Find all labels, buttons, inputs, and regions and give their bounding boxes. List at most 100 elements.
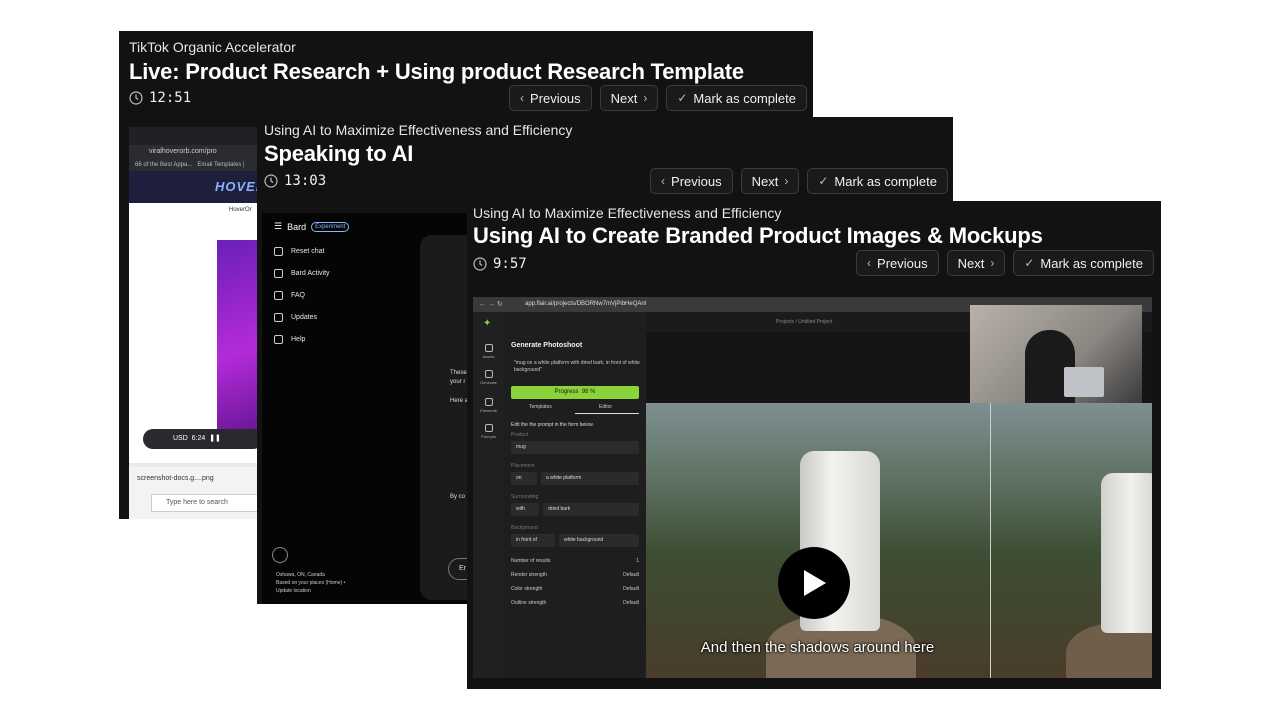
placement-prep: on (511, 472, 537, 485)
pause-icon: ❚❚ (209, 435, 221, 442)
bookmark-item: 66 of the Best Appa... (135, 162, 193, 168)
app-rail: ✦ Assets Generate Elements Prompts (473, 312, 504, 678)
check-icon: ✓ (818, 174, 829, 188)
check-icon: ✓ (677, 91, 688, 105)
person-icon (484, 424, 493, 432)
placement-field: a white platform (541, 472, 639, 485)
lesson-duration: 12:51 (129, 90, 191, 106)
rail-label: Assets (482, 354, 495, 359)
row-value: Default (623, 572, 639, 578)
mark-complete-button[interactable]: ✓ Mark as complete (666, 85, 807, 111)
lesson-title: Live: Product Research + Using product R… (129, 59, 744, 84)
webcam-overlay (970, 305, 1142, 403)
lesson-nav: ‹ Previous Next › ✓ Mark as complete (856, 250, 1154, 276)
menu-label: Help (291, 336, 306, 343)
chevron-right-icon: › (990, 256, 995, 270)
chevron-right-icon: › (784, 174, 789, 188)
menu-label: Updates (291, 314, 318, 321)
background-field: white background (559, 534, 639, 547)
laptop-shape (1064, 367, 1104, 397)
play-icon (804, 570, 826, 596)
progress-value: 98 % (581, 389, 596, 395)
editor-hint: Edit the the prompt in the form below. (511, 422, 594, 428)
chevron-right-icon: › (643, 91, 648, 105)
next-button[interactable]: Next › (946, 250, 1006, 276)
calendar-icon (274, 313, 283, 322)
help-circle-icon (274, 291, 283, 300)
render-strength-row: Render strength Default (511, 572, 639, 578)
menu-item-updates: Updates (274, 313, 317, 322)
rail-label: Generate (480, 380, 497, 385)
tab-editor: Editor (599, 404, 613, 410)
chevron-left-icon: ‹ (520, 91, 525, 105)
mark-complete-label: Mark as complete (1040, 255, 1143, 271)
next-label: Next (751, 173, 779, 189)
mark-complete-label: Mark as complete (693, 90, 796, 106)
prompt-text: "mug on a white platform with dried bark… (514, 360, 640, 373)
bard-brand: ☰ Bard Experiment (274, 221, 350, 232)
generate-panel: Generate Photoshoot "mug on a white plat… (504, 312, 646, 678)
folder-icon (484, 344, 493, 352)
previous-button[interactable]: ‹ Previous (650, 168, 733, 194)
previous-button[interactable]: ‹ Previous (856, 250, 939, 276)
menu-item-help: Help (274, 335, 305, 344)
lesson-collage: TikTok Organic Accelerator Live: Product… (0, 0, 1280, 720)
duration-text: 9:57 (493, 256, 527, 272)
mark-complete-button[interactable]: ✓ Mark as complete (1013, 250, 1154, 276)
clock-icon (129, 91, 143, 105)
mark-complete-label: Mark as complete (834, 173, 937, 189)
video-player[interactable]: app.flair.ai/projects/DBORNw7mVjPibHeQAn… (473, 297, 1152, 678)
location-source: Based on your places (Home) • (276, 580, 346, 586)
lesson-duration: 9:57 (473, 256, 527, 272)
menu-item-reset-chat: Reset chat (274, 247, 324, 256)
bard-sidebar: ☰ Bard Experiment Reset chat Bard Activity… (262, 213, 412, 604)
previous-button[interactable]: ‹ Previous (509, 85, 592, 111)
experiment-badge: Experiment (311, 221, 350, 232)
surrounding-field: dried bark (543, 503, 639, 516)
image-divider (990, 403, 991, 678)
menu-item-faq: FAQ (274, 291, 305, 300)
surrounding-prep: with (511, 503, 539, 516)
previous-label: Previous (671, 173, 722, 189)
generated-image (646, 403, 1152, 678)
background-prep: in front of (511, 534, 555, 547)
flair-logo-icon: ✦ (483, 318, 492, 329)
num-results-row: Number of results 1 (511, 558, 639, 564)
time: 6:24 (191, 435, 206, 442)
rail-label: Elements (480, 408, 497, 413)
next-label: Next (957, 255, 985, 271)
play-button[interactable] (778, 547, 850, 619)
active-tab-indicator (575, 413, 639, 414)
currency: USD (173, 435, 188, 442)
app-name: Bard (287, 221, 307, 232)
menu-label: FAQ (291, 292, 306, 299)
grid-icon (484, 398, 493, 406)
response-text: By co (450, 494, 466, 500)
next-label: Next (610, 90, 638, 106)
lesson-title: Using AI to Create Branded Product Image… (473, 223, 1043, 248)
course-name: Using AI to Maximize Effectiveness and E… (264, 122, 573, 138)
location-update: Update location (276, 588, 311, 594)
download-item: screenshot-docs.g....png (137, 475, 214, 482)
duration-text: 13:03 (284, 173, 327, 189)
history-icon (274, 269, 283, 278)
menu-label: Reset chat (291, 248, 325, 255)
settings-icon (272, 547, 288, 563)
location-name: Oshawa, ON, Canada (276, 572, 325, 578)
menu-icon: ☰ (274, 221, 283, 231)
lesson-duration: 13:03 (264, 173, 326, 189)
progress-bar: Progress 98 % (511, 386, 639, 399)
reset-icon (274, 247, 283, 256)
next-button[interactable]: Next › (740, 168, 800, 194)
browser-nav-icons: ← → ↻ (479, 301, 503, 308)
response-text: These (450, 370, 467, 376)
previous-label: Previous (877, 255, 928, 271)
rail-elements: Elements (473, 398, 504, 413)
breadcrumb: HoverOr (229, 207, 252, 213)
next-button[interactable]: Next › (599, 85, 659, 111)
course-name: TikTok Organic Accelerator (129, 39, 296, 55)
feedback-icon (274, 335, 283, 344)
background-label: Background (511, 525, 538, 531)
mark-complete-button[interactable]: ✓ Mark as complete (807, 168, 948, 194)
product-field: mug (511, 441, 639, 454)
